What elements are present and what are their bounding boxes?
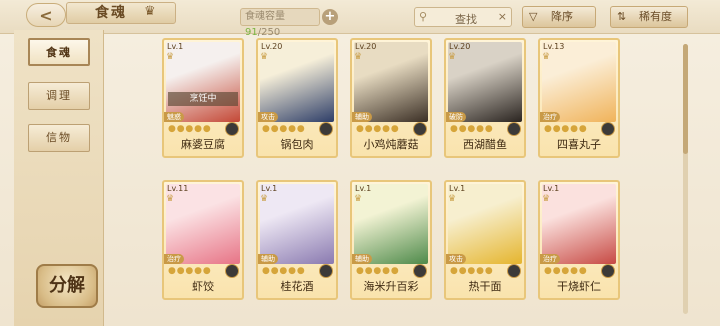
- card-name: 西湖醋鱼: [463, 138, 507, 151]
- top-bar: < 食魂 ♛ 食魂容量 91/250 + ⚲ 查找 × ▽ 降序 ⇅ 稀有度: [0, 0, 720, 38]
- card-level: Lv.1: [261, 184, 278, 193]
- food-soul-card[interactable]: Lv.11 ♛ 治疗 ● ● ● ● ● 虾饺: [162, 180, 244, 300]
- card-status: 烹饪中: [168, 92, 238, 106]
- card-level: Lv.1: [449, 184, 466, 193]
- card-level: Lv.20: [449, 42, 471, 51]
- card-role: 辅助: [352, 254, 372, 264]
- skill-icon: [225, 122, 239, 136]
- card-name: 虾饺: [192, 280, 214, 293]
- scrollbar-thumb[interactable]: [683, 44, 688, 154]
- rank-icon: ♛: [354, 194, 363, 204]
- rank-icon: ♛: [260, 194, 269, 204]
- card-name: 小鸡炖蘑菇: [363, 138, 419, 151]
- star-icons: ● ● ● ● ●: [450, 124, 493, 134]
- rank-icon: ♛: [542, 194, 551, 204]
- card-role: 魅惑: [164, 112, 184, 122]
- food-soul-card[interactable]: Lv.20 ♛ 破防 ● ● ● ● ● 西湖醋鱼: [444, 38, 526, 158]
- card-role: 攻击: [258, 112, 278, 122]
- card-level: Lv.1: [543, 184, 560, 193]
- search-input[interactable]: ⚲ 查找 ×: [414, 7, 512, 27]
- decompose-button[interactable]: 分解: [36, 264, 98, 308]
- card-level: Lv.1: [167, 42, 184, 51]
- rank-icon: ♛: [448, 52, 457, 62]
- skill-icon: [319, 122, 333, 136]
- card-role: 辅助: [352, 112, 372, 122]
- food-soul-card[interactable]: Lv.1 ♛ 治疗 ● ● ● ● ● 干烧虾仁: [538, 180, 620, 300]
- food-soul-card[interactable]: Lv.1 ♛ 攻击 ● ● ● ● ● 热干面: [444, 180, 526, 300]
- card-role: 辅助: [258, 254, 278, 264]
- capacity-total: /250: [257, 27, 281, 38]
- clear-icon[interactable]: ×: [498, 10, 507, 23]
- card-name: 麻婆豆腐: [181, 138, 225, 151]
- skill-icon: [413, 122, 427, 136]
- scrollbar[interactable]: [683, 44, 688, 314]
- skill-icon: [507, 264, 521, 278]
- capacity-current: 91: [245, 27, 258, 38]
- sort-icon: ▽: [529, 10, 538, 23]
- star-icons: ● ● ● ● ●: [356, 124, 399, 134]
- capacity-label: 食魂容量: [245, 11, 285, 22]
- rank-icon: ♛: [166, 52, 175, 62]
- skill-icon: [413, 264, 427, 278]
- skill-icon: [601, 264, 615, 278]
- star-icons: ● ● ● ● ●: [450, 266, 493, 276]
- skill-icon: [319, 264, 333, 278]
- search-icon: ⚲: [419, 10, 428, 23]
- card-name: 热干面: [468, 280, 502, 293]
- page-title: 食魂: [66, 2, 176, 24]
- food-soul-card[interactable]: Lv.1 ♛ 烹饪中魅惑 ● ● ● ● ● 麻婆豆腐: [162, 38, 244, 158]
- card-role: 治疗: [540, 254, 560, 264]
- sort-label: 降序: [551, 10, 573, 23]
- star-icons: ● ● ● ● ●: [168, 266, 211, 276]
- tab-conditioning[interactable]: 调理: [28, 82, 90, 110]
- card-level: Lv.1: [355, 184, 372, 193]
- rarity-label: 稀有度: [639, 10, 672, 23]
- card-level: Lv.20: [261, 42, 283, 51]
- star-icons: ● ● ● ● ●: [544, 266, 587, 276]
- card-level: Lv.20: [355, 42, 377, 51]
- skill-icon: [225, 264, 239, 278]
- card-role: 治疗: [540, 112, 560, 122]
- food-soul-card[interactable]: Lv.20 ♛ 攻击 ● ● ● ● ● 锅包肉: [256, 38, 338, 158]
- sidebar: 食魂 调理 信物 分解: [14, 30, 104, 326]
- rarity-filter-button[interactable]: ⇅ 稀有度: [610, 6, 688, 28]
- skill-icon: [507, 122, 521, 136]
- food-soul-card[interactable]: Lv.20 ♛ 辅助 ● ● ● ● ● 小鸡炖蘑菇: [350, 38, 432, 158]
- star-icons: ● ● ● ● ●: [262, 266, 305, 276]
- food-soul-card[interactable]: Lv.13 ♛ 治疗 ● ● ● ● ● 四喜丸子: [538, 38, 620, 158]
- card-name: 四喜丸子: [557, 138, 601, 151]
- search-placeholder: 查找: [455, 13, 477, 26]
- tab-tokens[interactable]: 信物: [28, 124, 90, 152]
- food-soul-card[interactable]: Lv.1 ♛ 辅助 ● ● ● ● ● 海米升百彩: [350, 180, 432, 300]
- rank-icon: ♛: [448, 194, 457, 204]
- card-name: 桂花酒: [280, 280, 314, 293]
- rank-icon: ♛: [354, 52, 363, 62]
- card-role: 治疗: [164, 254, 184, 264]
- capacity-indicator: 食魂容量 91/250: [240, 8, 320, 38]
- crown-icon: ♛: [144, 4, 156, 19]
- star-icons: ● ● ● ● ●: [356, 266, 399, 276]
- back-button[interactable]: <: [26, 3, 66, 27]
- food-soul-card[interactable]: Lv.1 ♛ 辅助 ● ● ● ● ● 桂花酒: [256, 180, 338, 300]
- star-icons: ● ● ● ● ●: [168, 124, 211, 134]
- star-icons: ● ● ● ● ●: [544, 124, 587, 134]
- sort-button[interactable]: ▽ 降序: [522, 6, 596, 28]
- rank-icon: ♛: [260, 52, 269, 62]
- card-role: 攻击: [446, 254, 466, 264]
- card-name: 海米升百彩: [363, 280, 419, 293]
- tab-food-soul[interactable]: 食魂: [28, 38, 90, 66]
- skill-icon: [601, 122, 615, 136]
- card-grid: Lv.1 ♛ 烹饪中 魅惑 ● ● ● ● ● 麻婆豆腐 Lv.20 ♛ 攻击 ● ● ● ● ●…: [162, 38, 632, 326]
- rank-icon: ♛: [542, 52, 551, 62]
- card-name: 干烧虾仁: [557, 280, 601, 293]
- card-level: Lv.13: [543, 42, 565, 51]
- card-name: 锅包肉: [280, 138, 314, 151]
- rank-icon: ♛: [166, 194, 175, 204]
- star-icons: ● ● ● ● ●: [262, 124, 305, 134]
- card-role: 破防: [446, 112, 466, 122]
- sort-arrows-icon: ⇅: [617, 10, 627, 23]
- card-level: Lv.11: [167, 184, 189, 193]
- capacity-add-button[interactable]: +: [322, 9, 338, 25]
